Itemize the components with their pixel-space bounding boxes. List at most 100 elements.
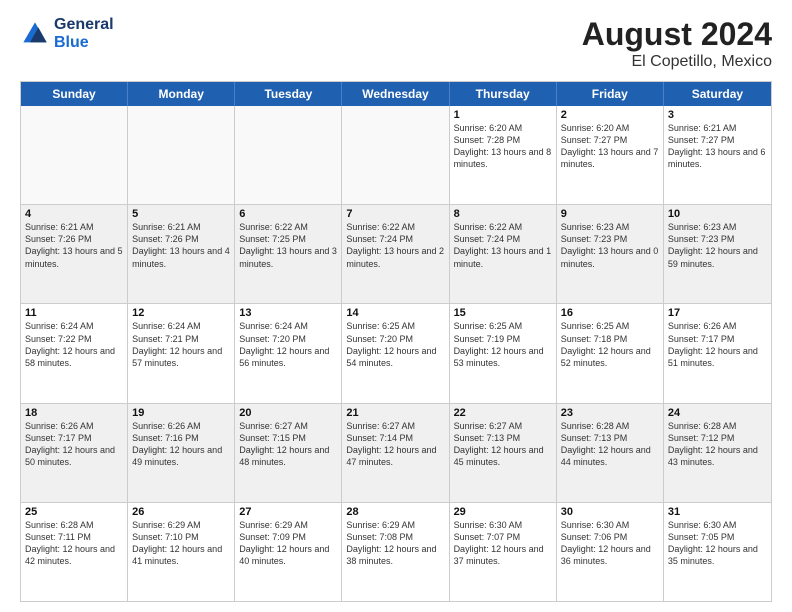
cell-info: Sunrise: 6:27 AMSunset: 7:14 PMDaylight:… [346, 420, 444, 469]
calendar-cell: 19Sunrise: 6:26 AMSunset: 7:16 PMDayligh… [128, 404, 235, 502]
calendar-cell: 27Sunrise: 6:29 AMSunset: 7:09 PMDayligh… [235, 503, 342, 601]
day-number: 22 [454, 407, 552, 419]
calendar-cell: 28Sunrise: 6:29 AMSunset: 7:08 PMDayligh… [342, 503, 449, 601]
calendar-cell: 6Sunrise: 6:22 AMSunset: 7:25 PMDaylight… [235, 205, 342, 303]
calendar-cell: 13Sunrise: 6:24 AMSunset: 7:20 PMDayligh… [235, 304, 342, 402]
calendar-cell [342, 106, 449, 204]
calendar-cell: 29Sunrise: 6:30 AMSunset: 7:07 PMDayligh… [450, 503, 557, 601]
cell-info: Sunrise: 6:26 AMSunset: 7:17 PMDaylight:… [25, 420, 123, 469]
cell-info: Sunrise: 6:22 AMSunset: 7:25 PMDaylight:… [239, 221, 337, 270]
cell-info: Sunrise: 6:29 AMSunset: 7:08 PMDaylight:… [346, 519, 444, 568]
day-number: 12 [132, 307, 230, 319]
calendar-row-1: 1Sunrise: 6:20 AMSunset: 7:28 PMDaylight… [21, 106, 771, 204]
header-tuesday: Tuesday [235, 82, 342, 106]
day-number: 10 [668, 208, 767, 220]
cell-info: Sunrise: 6:30 AMSunset: 7:06 PMDaylight:… [561, 519, 659, 568]
day-number: 28 [346, 506, 444, 518]
day-number: 8 [454, 208, 552, 220]
cell-info: Sunrise: 6:30 AMSunset: 7:05 PMDaylight:… [668, 519, 767, 568]
day-number: 6 [239, 208, 337, 220]
day-number: 4 [25, 208, 123, 220]
calendar-body: 1Sunrise: 6:20 AMSunset: 7:28 PMDaylight… [21, 106, 771, 601]
day-number: 30 [561, 506, 659, 518]
calendar-cell: 15Sunrise: 6:25 AMSunset: 7:19 PMDayligh… [450, 304, 557, 402]
calendar-cell: 1Sunrise: 6:20 AMSunset: 7:28 PMDaylight… [450, 106, 557, 204]
calendar-cell: 24Sunrise: 6:28 AMSunset: 7:12 PMDayligh… [664, 404, 771, 502]
page-title: August 2024 [582, 16, 772, 53]
cell-info: Sunrise: 6:28 AMSunset: 7:11 PMDaylight:… [25, 519, 123, 568]
calendar-row-2: 4Sunrise: 6:21 AMSunset: 7:26 PMDaylight… [21, 204, 771, 303]
cell-info: Sunrise: 6:23 AMSunset: 7:23 PMDaylight:… [561, 221, 659, 270]
day-number: 1 [454, 109, 552, 121]
title-block: August 2024 El Copetillo, Mexico [582, 16, 772, 71]
calendar-cell: 20Sunrise: 6:27 AMSunset: 7:15 PMDayligh… [235, 404, 342, 502]
calendar-row-3: 11Sunrise: 6:24 AMSunset: 7:22 PMDayligh… [21, 303, 771, 402]
cell-info: Sunrise: 6:21 AMSunset: 7:26 PMDaylight:… [25, 221, 123, 270]
calendar-cell [235, 106, 342, 204]
calendar-cell: 18Sunrise: 6:26 AMSunset: 7:17 PMDayligh… [21, 404, 128, 502]
day-number: 2 [561, 109, 659, 121]
day-number: 5 [132, 208, 230, 220]
day-number: 15 [454, 307, 552, 319]
cell-info: Sunrise: 6:28 AMSunset: 7:13 PMDaylight:… [561, 420, 659, 469]
cell-info: Sunrise: 6:25 AMSunset: 7:19 PMDaylight:… [454, 320, 552, 369]
cell-info: Sunrise: 6:28 AMSunset: 7:12 PMDaylight:… [668, 420, 767, 469]
calendar-cell: 16Sunrise: 6:25 AMSunset: 7:18 PMDayligh… [557, 304, 664, 402]
header-friday: Friday [557, 82, 664, 106]
cell-info: Sunrise: 6:21 AMSunset: 7:26 PMDaylight:… [132, 221, 230, 270]
day-number: 9 [561, 208, 659, 220]
day-number: 24 [668, 407, 767, 419]
day-number: 31 [668, 506, 767, 518]
cell-info: Sunrise: 6:24 AMSunset: 7:20 PMDaylight:… [239, 320, 337, 369]
calendar-row-5: 25Sunrise: 6:28 AMSunset: 7:11 PMDayligh… [21, 502, 771, 601]
cell-info: Sunrise: 6:30 AMSunset: 7:07 PMDaylight:… [454, 519, 552, 568]
cell-info: Sunrise: 6:24 AMSunset: 7:22 PMDaylight:… [25, 320, 123, 369]
cell-info: Sunrise: 6:29 AMSunset: 7:09 PMDaylight:… [239, 519, 337, 568]
calendar-cell: 30Sunrise: 6:30 AMSunset: 7:06 PMDayligh… [557, 503, 664, 601]
day-number: 23 [561, 407, 659, 419]
calendar-row-4: 18Sunrise: 6:26 AMSunset: 7:17 PMDayligh… [21, 403, 771, 502]
header-saturday: Saturday [664, 82, 771, 106]
calendar-cell: 5Sunrise: 6:21 AMSunset: 7:26 PMDaylight… [128, 205, 235, 303]
calendar-header: Sunday Monday Tuesday Wednesday Thursday… [21, 82, 771, 106]
day-number: 3 [668, 109, 767, 121]
header-sunday: Sunday [21, 82, 128, 106]
calendar-cell: 14Sunrise: 6:25 AMSunset: 7:20 PMDayligh… [342, 304, 449, 402]
day-number: 18 [25, 407, 123, 419]
day-number: 14 [346, 307, 444, 319]
header: General Blue August 2024 El Copetillo, M… [20, 16, 772, 71]
day-number: 20 [239, 407, 337, 419]
cell-info: Sunrise: 6:26 AMSunset: 7:16 PMDaylight:… [132, 420, 230, 469]
calendar-cell: 7Sunrise: 6:22 AMSunset: 7:24 PMDaylight… [342, 205, 449, 303]
calendar-cell: 4Sunrise: 6:21 AMSunset: 7:26 PMDaylight… [21, 205, 128, 303]
calendar-cell: 21Sunrise: 6:27 AMSunset: 7:14 PMDayligh… [342, 404, 449, 502]
cell-info: Sunrise: 6:27 AMSunset: 7:13 PMDaylight:… [454, 420, 552, 469]
calendar-cell: 11Sunrise: 6:24 AMSunset: 7:22 PMDayligh… [21, 304, 128, 402]
cell-info: Sunrise: 6:25 AMSunset: 7:18 PMDaylight:… [561, 320, 659, 369]
day-number: 27 [239, 506, 337, 518]
logo: General Blue [20, 16, 114, 51]
day-number: 16 [561, 307, 659, 319]
logo-text: General Blue [54, 16, 114, 51]
calendar-cell: 23Sunrise: 6:28 AMSunset: 7:13 PMDayligh… [557, 404, 664, 502]
cell-info: Sunrise: 6:22 AMSunset: 7:24 PMDaylight:… [454, 221, 552, 270]
calendar-cell: 10Sunrise: 6:23 AMSunset: 7:23 PMDayligh… [664, 205, 771, 303]
calendar-cell: 3Sunrise: 6:21 AMSunset: 7:27 PMDaylight… [664, 106, 771, 204]
cell-info: Sunrise: 6:26 AMSunset: 7:17 PMDaylight:… [668, 320, 767, 369]
day-number: 7 [346, 208, 444, 220]
calendar-cell: 17Sunrise: 6:26 AMSunset: 7:17 PMDayligh… [664, 304, 771, 402]
calendar-cell [128, 106, 235, 204]
page: General Blue August 2024 El Copetillo, M… [0, 0, 792, 612]
day-number: 25 [25, 506, 123, 518]
calendar-cell [21, 106, 128, 204]
cell-info: Sunrise: 6:24 AMSunset: 7:21 PMDaylight:… [132, 320, 230, 369]
cell-info: Sunrise: 6:20 AMSunset: 7:28 PMDaylight:… [454, 122, 552, 171]
header-thursday: Thursday [450, 82, 557, 106]
calendar-cell: 12Sunrise: 6:24 AMSunset: 7:21 PMDayligh… [128, 304, 235, 402]
header-monday: Monday [128, 82, 235, 106]
day-number: 21 [346, 407, 444, 419]
day-number: 26 [132, 506, 230, 518]
calendar-cell: 2Sunrise: 6:20 AMSunset: 7:27 PMDaylight… [557, 106, 664, 204]
cell-info: Sunrise: 6:29 AMSunset: 7:10 PMDaylight:… [132, 519, 230, 568]
logo-blue: Blue [54, 34, 114, 52]
